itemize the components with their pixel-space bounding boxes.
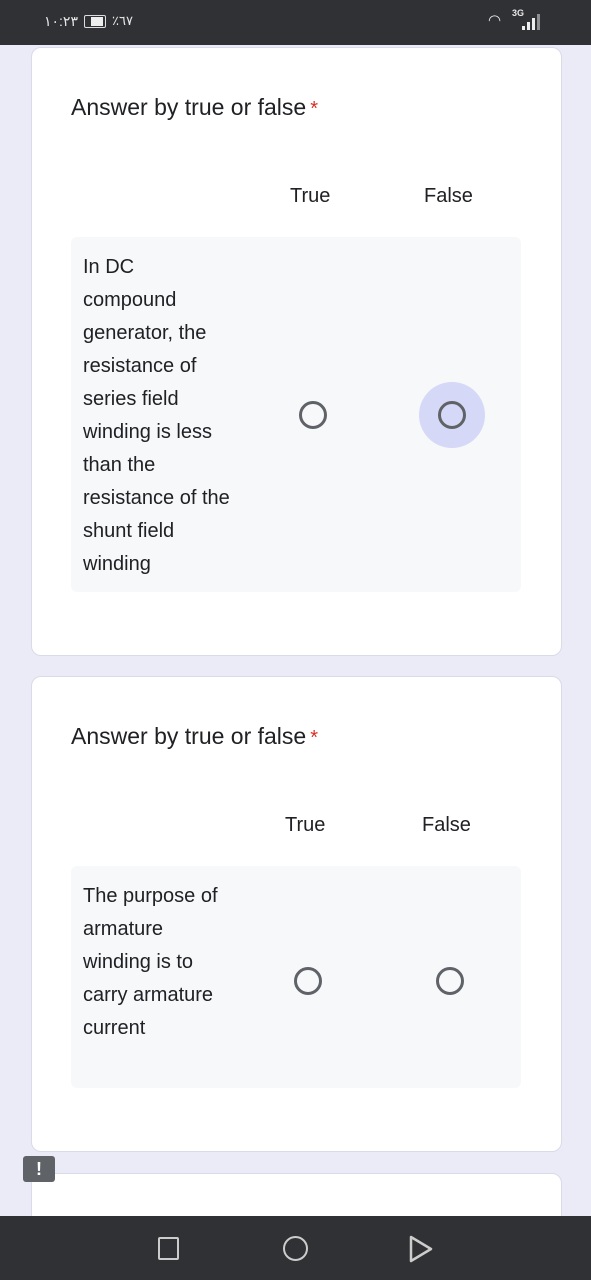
question-title-text: Answer by true or false (71, 723, 307, 749)
battery-percent: ٪٦٧ (112, 13, 133, 28)
radio-true[interactable] (299, 401, 327, 429)
row-statement: In DC compound generator, the resistance… (83, 256, 230, 575)
column-label-true: True (285, 814, 326, 836)
question-card: Answer by true or false * True False In D… (31, 47, 562, 656)
signal-icon (522, 14, 540, 30)
home-button[interactable] (283, 1236, 308, 1261)
wifi-icon: ◠ (488, 12, 502, 29)
recents-button[interactable] (158, 1237, 179, 1260)
report-flag-icon[interactable]: ! (23, 1156, 55, 1182)
radio-false[interactable] (438, 401, 466, 429)
grid-row: The purpose of armature winding is to ca… (71, 866, 521, 1088)
question-title: Answer by true or false * (71, 723, 318, 750)
column-label-false: False (424, 185, 473, 207)
battery-icon (84, 15, 106, 28)
column-label-true: True (290, 185, 331, 207)
required-asterisk: * (310, 727, 319, 749)
status-time: ١٠:٢٣ (44, 13, 78, 29)
status-bar: ١٠:٢٣ ٪٦٧ ◠ 3G (0, 0, 591, 45)
back-button[interactable] (408, 1234, 434, 1264)
row-statement: The purpose of armature winding is to ca… (83, 885, 218, 1039)
question-title-text: Answer by true or false (71, 94, 307, 120)
question-title: Answer by true or false * (71, 94, 318, 121)
required-asterisk: * (310, 98, 319, 120)
navigation-bar (0, 1216, 591, 1280)
column-label-false: False (422, 814, 471, 836)
radio-false[interactable] (436, 967, 464, 995)
question-card: Answer by true or false * True False The … (31, 676, 562, 1152)
radio-true[interactable] (294, 967, 322, 995)
grid-row: In DC compound generator, the resistance… (71, 237, 521, 592)
